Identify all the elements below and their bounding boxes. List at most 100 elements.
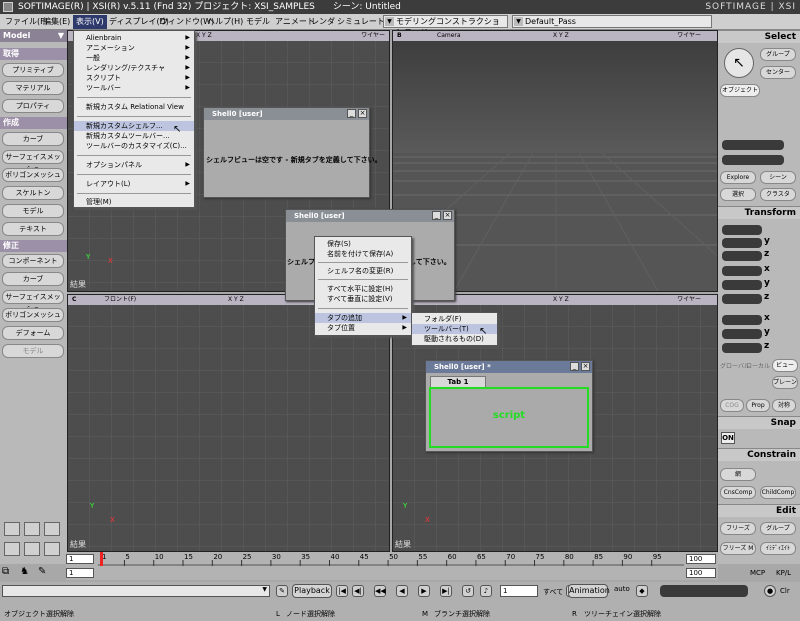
local-toggle[interactable]: ローカル — [746, 361, 770, 370]
close-icon[interactable]: × — [358, 109, 367, 118]
display-mode[interactable]: ワイヤー — [677, 31, 701, 41]
modify-surface-button[interactable]: サーフェイスメッシュ — [2, 290, 64, 313]
range-start-field[interactable]: 1 — [66, 568, 94, 578]
transform-icon[interactable]: ⧉ — [2, 566, 9, 577]
layout-icon[interactable] — [24, 542, 40, 556]
scale-x-field[interactable] — [722, 225, 762, 235]
clear-label[interactable]: Clr — [780, 587, 790, 595]
display-mode[interactable]: ワイヤー — [361, 31, 385, 41]
trans-z-field[interactable] — [722, 343, 762, 353]
module-select[interactable]: Model ▼ — [0, 30, 67, 42]
snap-on-toggle[interactable]: ON — [721, 432, 735, 444]
deform-button[interactable]: デフォーム — [2, 326, 64, 340]
transform-header[interactable]: Transform — [718, 206, 800, 219]
cog-button[interactable]: COG — [720, 399, 744, 412]
trans-y-field[interactable] — [722, 329, 762, 339]
play-icon[interactable]: ▶ — [418, 585, 430, 597]
menu-layout[interactable]: レイアウト(L) ▶ — [74, 179, 194, 189]
rot-y-field[interactable] — [722, 280, 762, 290]
modify-polymesh-button[interactable]: ポリゴンメッシュ — [2, 308, 64, 322]
menu-script[interactable]: スクリプト ▶ — [74, 73, 194, 83]
selection-field[interactable] — [722, 140, 784, 150]
layout-icon[interactable] — [4, 522, 20, 536]
xyz-toggle[interactable]: X Y Z — [553, 31, 569, 41]
playback-button[interactable]: Playback — [292, 584, 332, 598]
rot-x-field[interactable] — [722, 266, 762, 276]
save-as-item[interactable]: 名前を付けて保存(A) — [315, 249, 411, 259]
menu-toolbar[interactable]: ツールバー ▶ — [74, 83, 194, 93]
cluster-button[interactable]: クラスタ — [760, 188, 796, 201]
explore-button[interactable]: Explore — [720, 171, 756, 184]
menu-help[interactable]: ヘルプ(H) — [204, 15, 246, 29]
scale-y-field[interactable] — [722, 238, 762, 248]
xyz-toggle[interactable]: X Y Z — [196, 31, 212, 41]
section-get[interactable]: 取得 — [0, 48, 67, 60]
selection-field[interactable] — [722, 155, 784, 165]
create-model-button[interactable]: モデル — [2, 204, 64, 218]
camera-select[interactable]: Camera — [437, 31, 461, 41]
close-icon[interactable]: × — [581, 362, 590, 371]
add-tab-item[interactable]: タブの追加 ▶ — [315, 313, 411, 323]
object-button[interactable]: オブジェクト — [720, 84, 760, 97]
construction-mode-select[interactable]: ▼モデリングコンストラクションモード — [383, 15, 508, 37]
display-mode[interactable]: ワイヤー — [677, 295, 701, 305]
freeze-button[interactable]: フリーズ — [720, 522, 756, 535]
modify-curve-button[interactable]: カーブ — [2, 272, 64, 286]
create-skeleton-button[interactable]: スケルトン — [2, 186, 64, 200]
freeze-m-button[interactable]: フリーズ M — [720, 542, 756, 555]
constrain-header[interactable]: Constrain — [718, 448, 800, 461]
timeline-ruler[interactable]: 1 5 10 15 20 25 30 35 40 45 50 55 60 65 70 75 80 85 90 95 — [98, 552, 684, 578]
key-icon[interactable]: ◆ — [636, 585, 648, 597]
menu-option-panel[interactable]: オプションパネル ▶ — [74, 160, 194, 170]
menu-model[interactable]: モデル — [243, 15, 273, 29]
shelf-window-1[interactable]: Shell0 [user] _ × シェルフビューは空です - 新規タブを定義し… — [203, 107, 382, 198]
edit-header[interactable]: Edit — [718, 504, 800, 517]
magnet-icon[interactable]: ♞ — [20, 566, 29, 577]
xyz-toggle[interactable]: X Y Z — [553, 295, 569, 305]
menu-manage[interactable]: 管理(M) — [74, 197, 194, 207]
pass-select[interactable]: ▼ Default_Pass — [512, 15, 712, 28]
record-key-icon[interactable]: ● — [764, 585, 776, 597]
layout-icon[interactable] — [24, 522, 40, 536]
menu-new-relational-view[interactable]: 新規カスタム Relational View — [74, 102, 194, 112]
symmetry-button[interactable]: 対称 — [772, 399, 796, 412]
material-button[interactable]: マテリアル — [2, 81, 64, 95]
menu-alienbrain[interactable]: Alienbrain ▶ — [74, 33, 194, 43]
tab-position-item[interactable]: タブ位置 ▶ — [315, 323, 411, 333]
all-label[interactable]: すべて — [543, 587, 563, 597]
menu-view[interactable]: 表示(V) — [73, 15, 107, 29]
script-editor-icon[interactable]: ✎ — [276, 585, 288, 597]
prop-button[interactable]: Prop — [746, 399, 770, 412]
mcp-label[interactable]: MCP — [750, 569, 765, 577]
section-create[interactable]: 作成 — [0, 117, 67, 129]
snap-header[interactable]: Snap — [718, 416, 800, 429]
xyz-toggle[interactable]: X Y Z — [228, 295, 244, 305]
selection-button[interactable]: 選択 — [720, 188, 756, 201]
brush-icon[interactable]: ✎ — [38, 566, 46, 577]
childcomp-button[interactable]: ChildComp — [760, 486, 796, 499]
select-header[interactable]: Select — [718, 30, 800, 43]
center-button[interactable]: センター — [760, 66, 796, 79]
animation-field[interactable] — [660, 585, 748, 597]
set-vertical-item[interactable]: すべて垂直に設定(V) — [315, 294, 411, 304]
menu-edit[interactable]: 編集(E) — [40, 15, 73, 29]
select-arrow-icon[interactable]: ↖ — [724, 48, 754, 78]
create-text-button[interactable]: テキスト — [2, 222, 64, 236]
menu-simulate[interactable]: シミュレート — [334, 15, 388, 29]
next-key-icon[interactable]: ▶| — [440, 585, 452, 597]
rename-shelf-item[interactable]: シェルフ名の変更(R) — [315, 266, 411, 276]
create-curve-button[interactable]: カーブ — [2, 132, 64, 146]
script-toolbar-area[interactable]: script — [429, 387, 589, 448]
range-end-field[interactable]: 100 — [686, 568, 716, 578]
view-toggle[interactable]: ビュー — [772, 359, 798, 372]
minimize-icon[interactable]: _ — [570, 362, 579, 371]
rewind-icon[interactable]: ◀◀ — [374, 585, 386, 597]
primitive-button[interactable]: プリミティブ — [2, 63, 64, 77]
first-frame-icon[interactable]: |◀ — [336, 585, 348, 597]
cnscomp-button[interactable]: CnsComp — [720, 486, 756, 499]
shelf-window-3[interactable]: Shell0 [user] * _ × Tab 1 script — [425, 360, 593, 452]
menu-animation[interactable]: アニメーション ▶ — [74, 43, 194, 53]
play-back-icon[interactable]: ◀ — [396, 585, 408, 597]
trans-x-field[interactable] — [722, 315, 762, 325]
menu-general[interactable]: 一般 ▶ — [74, 53, 194, 63]
